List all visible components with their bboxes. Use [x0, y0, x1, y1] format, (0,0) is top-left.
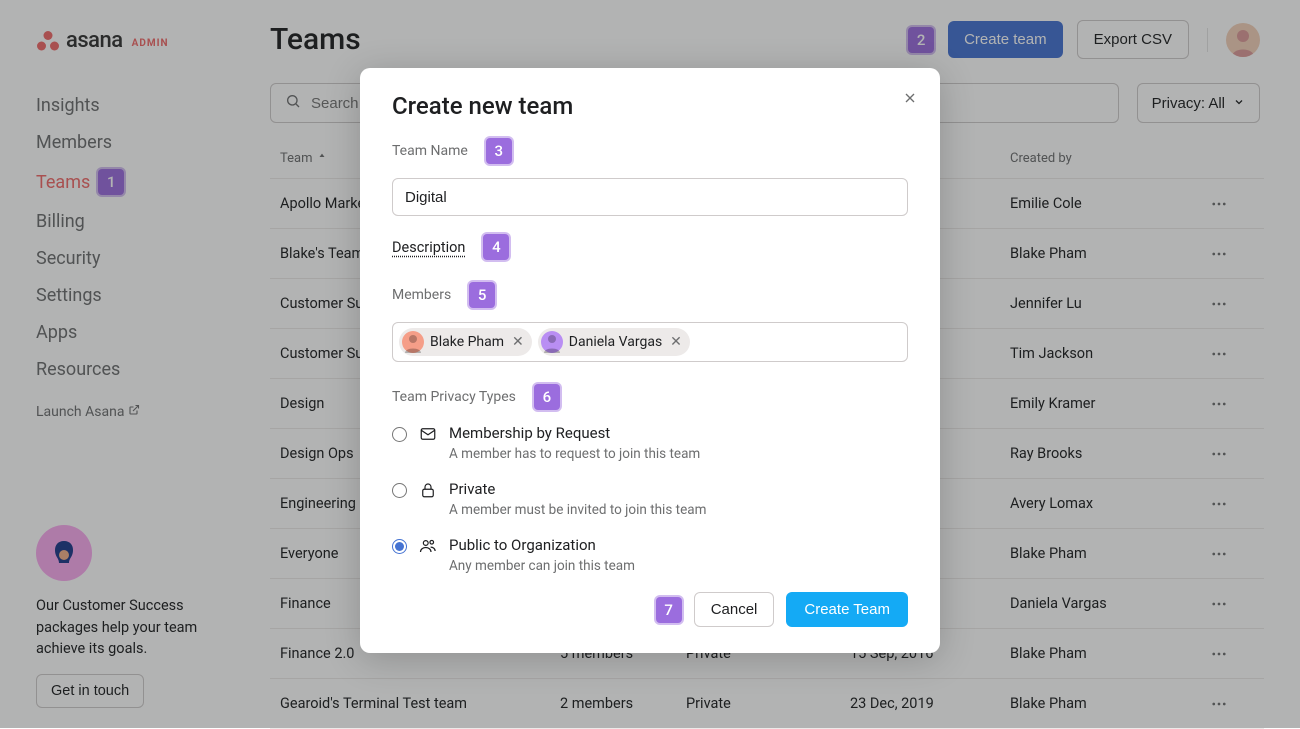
- annotation-badge: 4: [483, 234, 509, 260]
- privacy-types-label: Team Privacy Types: [392, 389, 516, 405]
- member-chip: Blake Pham ✕: [399, 328, 532, 356]
- chip-avatar-icon: [541, 331, 563, 353]
- privacy-option-subtitle: Any member can join this team: [449, 558, 635, 574]
- privacy-option-subtitle: A member must be invited to join this te…: [449, 502, 706, 518]
- privacy-option[interactable]: Membership by Request A member has to req…: [392, 424, 908, 462]
- chip-label: Blake Pham: [430, 334, 504, 350]
- mail-icon: [419, 425, 437, 447]
- team-name-label: Team Name: [392, 143, 468, 159]
- privacy-option-title: Private: [449, 480, 706, 498]
- lock-icon: [419, 481, 437, 503]
- team-name-input[interactable]: [392, 178, 908, 216]
- create-team-modal: Create new team Team Name 3 Description …: [360, 68, 940, 653]
- members-label: Members: [392, 287, 451, 303]
- privacy-radio[interactable]: [392, 427, 407, 442]
- privacy-option-title: Public to Organization: [449, 536, 635, 554]
- privacy-radio[interactable]: [392, 483, 407, 498]
- privacy-option[interactable]: Public to Organization Any member can joi…: [392, 536, 908, 574]
- annotation-badge: 5: [469, 282, 495, 308]
- member-chip: Daniela Vargas ✕: [538, 328, 690, 356]
- annotation-badge: 3: [486, 138, 512, 164]
- privacy-option[interactable]: Private A member must be invited to join …: [392, 480, 908, 518]
- chip-remove-button[interactable]: ✕: [668, 334, 682, 350]
- people-icon: [419, 537, 437, 559]
- chip-label: Daniela Vargas: [569, 334, 662, 350]
- privacy-option-subtitle: A member has to request to join this tea…: [449, 446, 700, 462]
- modal-close-button[interactable]: [902, 90, 918, 110]
- chip-avatar-icon: [402, 331, 424, 353]
- annotation-badge: 6: [534, 384, 560, 410]
- modal-overlay: Create new team Team Name 3 Description …: [0, 0, 1300, 728]
- privacy-option-title: Membership by Request: [449, 424, 700, 442]
- cancel-button[interactable]: Cancel: [694, 592, 775, 627]
- chip-remove-button[interactable]: ✕: [510, 334, 524, 350]
- annotation-badge: 7: [656, 597, 682, 623]
- create-team-submit-button[interactable]: Create Team: [786, 592, 908, 627]
- modal-title: Create new team: [392, 92, 908, 120]
- privacy-radio[interactable]: [392, 539, 407, 554]
- description-link[interactable]: Description: [392, 239, 465, 256]
- members-input[interactable]: Blake Pham ✕ Daniela Vargas ✕: [392, 322, 908, 362]
